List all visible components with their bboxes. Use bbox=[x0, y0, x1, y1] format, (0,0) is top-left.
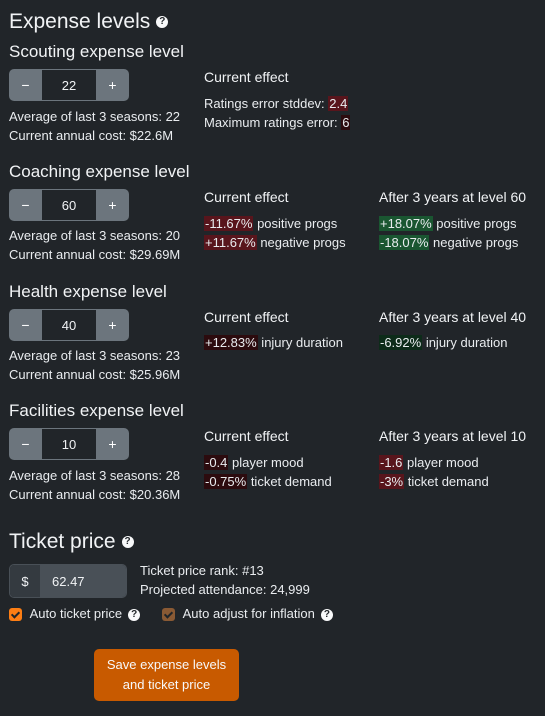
effect-line: -11.67% positive progs bbox=[204, 214, 337, 233]
coaching-cost: Current annual cost: $29.69M bbox=[9, 247, 181, 262]
effect-value: +11.67% bbox=[204, 235, 257, 250]
effect-label: injury duration bbox=[422, 335, 508, 350]
decrement-button[interactable]: − bbox=[9, 69, 42, 101]
save-button-line2: and ticket price bbox=[122, 677, 211, 692]
effect-value: -3% bbox=[379, 474, 405, 489]
effect-value: -1.6 bbox=[379, 455, 404, 470]
effect-line: Maximum ratings error: 6 bbox=[204, 113, 351, 132]
decrement-button[interactable]: − bbox=[9, 189, 42, 221]
effect-label: positive progs bbox=[432, 216, 517, 231]
ticket-price-title: Ticket price bbox=[9, 530, 116, 553]
facilities-average: Average of last 3 seasons: 28 bbox=[9, 468, 181, 483]
scouting-cost: Current annual cost: $22.6M bbox=[9, 128, 174, 143]
coaching-title: Coaching expense level bbox=[9, 162, 190, 181]
decrement-button[interactable]: − bbox=[9, 309, 42, 341]
coaching-value-input[interactable]: 60 bbox=[42, 189, 96, 221]
help-icon[interactable]: ? bbox=[320, 608, 333, 621]
ticket-price-rank: Ticket price rank: #13 bbox=[140, 563, 264, 578]
save-button-line1: Save expense levels bbox=[106, 657, 227, 672]
health-cost: Current annual cost: $25.96M bbox=[9, 367, 181, 382]
effect-value: 2.4 bbox=[328, 96, 349, 111]
effect-label: player mood bbox=[403, 455, 479, 470]
auto-ticket-price-label[interactable]: Auto ticket price bbox=[30, 606, 123, 621]
facilities-title: Facilities expense level bbox=[9, 401, 184, 420]
ticket-price-heading: Ticket price? bbox=[9, 530, 134, 554]
auto-inflation-label[interactable]: Auto adjust for inflation bbox=[183, 606, 315, 621]
effect-value: -0.4 bbox=[204, 455, 229, 470]
health-title: Health expense level bbox=[9, 282, 167, 301]
effect-line: Ratings error stddev: 2.4 bbox=[204, 94, 349, 113]
increment-button[interactable]: + bbox=[96, 69, 129, 101]
increment-button[interactable]: + bbox=[96, 428, 129, 460]
health-stepper[interactable]: − 40 + bbox=[9, 309, 129, 341]
effect-line: -18.07% negative progs bbox=[379, 233, 518, 252]
facilities-cost: Current annual cost: $20.36M bbox=[9, 487, 181, 502]
scouting-value-input[interactable]: 22 bbox=[42, 69, 96, 101]
save-button[interactable]: Save expense levels and ticket price bbox=[94, 649, 239, 701]
increment-button[interactable]: + bbox=[96, 189, 129, 221]
ticket-price-input-group[interactable]: $ 62.47 bbox=[9, 564, 127, 598]
effect-value: 6 bbox=[341, 115, 351, 130]
health-average: Average of last 3 seasons: 23 bbox=[9, 348, 181, 363]
effect-line: -0.75% ticket demand bbox=[204, 472, 332, 491]
currency-prefix: $ bbox=[10, 565, 40, 597]
health-current-head: Current effect bbox=[204, 309, 289, 325]
help-icon[interactable]: ? bbox=[121, 536, 134, 549]
effect-label: Ratings error stddev: bbox=[204, 96, 329, 111]
effect-line: +18.07% positive progs bbox=[379, 214, 517, 233]
health-value-input[interactable]: 40 bbox=[42, 309, 96, 341]
effect-line: -3% ticket demand bbox=[379, 472, 489, 491]
effect-line: -6.92% injury duration bbox=[379, 333, 507, 352]
effect-line: +12.83% injury duration bbox=[204, 333, 343, 352]
facilities-future-head: After 3 years at level 10 bbox=[379, 428, 527, 444]
effect-label: player mood bbox=[228, 455, 304, 470]
effect-label: Maximum ratings error: bbox=[204, 115, 342, 130]
auto-inflation-checkbox[interactable] bbox=[162, 608, 175, 622]
effect-line: -0.4 player mood bbox=[204, 453, 304, 472]
auto-ticket-price-option[interactable]: Auto ticket price? bbox=[9, 604, 141, 623]
help-icon[interactable]: ? bbox=[128, 608, 141, 621]
effect-value: -11.67% bbox=[204, 216, 254, 231]
decrement-button[interactable]: − bbox=[9, 428, 42, 460]
facilities-stepper[interactable]: − 10 + bbox=[9, 428, 129, 460]
effect-value: +12.83% bbox=[204, 335, 258, 350]
auto-ticket-price-checkbox[interactable] bbox=[9, 608, 22, 622]
effect-value: -6.92% bbox=[379, 335, 423, 350]
effect-label: negative progs bbox=[429, 235, 519, 250]
coaching-future-head: After 3 years at level 60 bbox=[379, 189, 527, 205]
effect-line: -1.6 player mood bbox=[379, 453, 479, 472]
effect-label: negative progs bbox=[256, 235, 346, 250]
increment-button[interactable]: + bbox=[96, 309, 129, 341]
facilities-current-head: Current effect bbox=[204, 428, 289, 444]
expense-levels-title: Expense levels bbox=[9, 10, 151, 33]
coaching-stepper[interactable]: − 60 + bbox=[9, 189, 129, 221]
effect-value: -0.75% bbox=[204, 474, 248, 489]
scouting-current-head: Current effect bbox=[204, 69, 289, 85]
health-future-head: After 3 years at level 40 bbox=[379, 309, 527, 325]
scouting-title: Scouting expense level bbox=[9, 42, 184, 61]
coaching-current-head: Current effect bbox=[204, 189, 289, 205]
auto-inflation-option[interactable]: Auto adjust for inflation? bbox=[162, 604, 333, 623]
coaching-average: Average of last 3 seasons: 20 bbox=[9, 228, 181, 243]
expense-levels-heading: Expense levels? bbox=[9, 10, 169, 34]
help-icon[interactable]: ? bbox=[156, 16, 169, 29]
scouting-average: Average of last 3 seasons: 22 bbox=[9, 109, 181, 124]
effect-label: positive progs bbox=[253, 216, 338, 231]
effect-label: ticket demand bbox=[404, 474, 489, 489]
effect-line: +11.67% negative progs bbox=[204, 233, 346, 252]
scouting-stepper[interactable]: − 22 + bbox=[9, 69, 129, 101]
effect-value: -18.07% bbox=[379, 235, 430, 250]
ticket-price-input[interactable]: 62.47 bbox=[40, 565, 126, 597]
effect-label: injury duration bbox=[257, 335, 343, 350]
effect-label: ticket demand bbox=[247, 474, 332, 489]
projected-attendance: Projected attendance: 24,999 bbox=[140, 582, 310, 597]
effect-value: +18.07% bbox=[379, 216, 433, 231]
facilities-value-input[interactable]: 10 bbox=[42, 428, 96, 460]
